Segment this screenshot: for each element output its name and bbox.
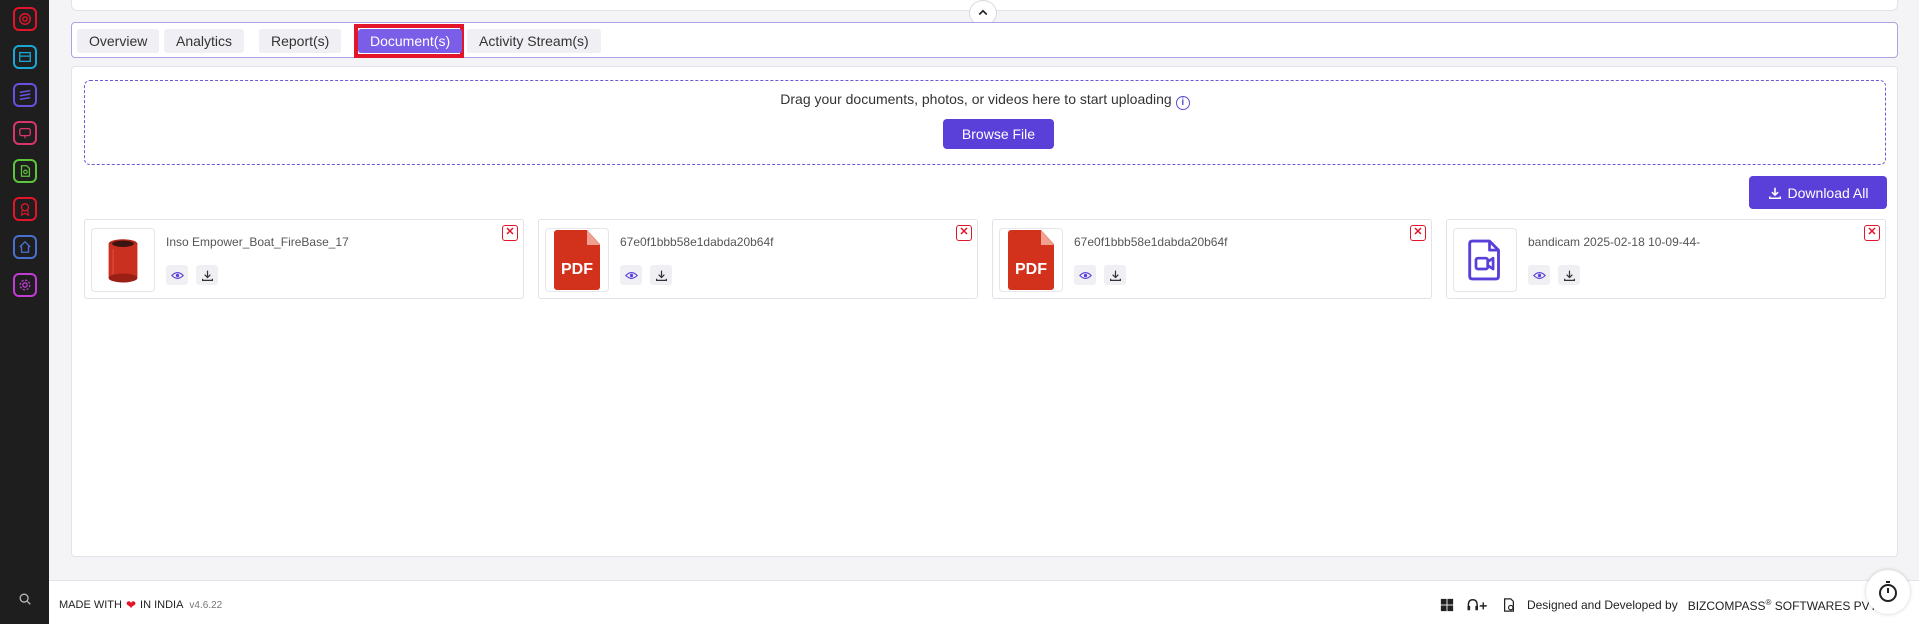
remove-file-button[interactable]: ✕ — [1410, 225, 1426, 241]
download-icon — [1563, 270, 1575, 281]
left-sidebar — [0, 0, 49, 624]
tab-overview[interactable]: Overview — [77, 29, 160, 53]
file-name: 67e0f1bbb58e1dabda20b64f — [620, 235, 774, 249]
layers-icon[interactable] — [13, 83, 37, 107]
stopwatch-icon — [1879, 581, 1897, 602]
pdf-thumbnail[interactable]: PDF — [999, 228, 1063, 292]
pdf-label: PDF — [561, 261, 593, 278]
in-india-text: IN INDIA — [140, 599, 184, 611]
chevron-up-icon — [978, 9, 988, 16]
video-file-icon — [1468, 239, 1500, 281]
company-name: BIZCOMPASS® SOFTWARES PVT. — [1688, 598, 1879, 613]
browse-file-button[interactable]: Browse File — [943, 119, 1054, 149]
download-button[interactable] — [196, 265, 218, 285]
timer-button[interactable] — [1866, 570, 1910, 614]
file-name: bandicam 2025-02-18 10-09-44- — [1528, 235, 1701, 249]
file-name: Inso Empower_Boat_FireBase_17 — [166, 235, 349, 249]
view-button[interactable] — [620, 265, 642, 285]
tab-activity-stream[interactable]: Activity Stream(s) — [467, 29, 601, 53]
pdf-thumbnail[interactable]: PDF — [545, 228, 609, 292]
support-add-icon[interactable] — [1465, 597, 1491, 613]
download-all-button[interactable]: Download All — [1749, 176, 1887, 209]
documents-panel: Drag your documents, photos, or videos h… — [71, 66, 1898, 557]
eye-icon — [170, 271, 184, 279]
eye-icon — [624, 271, 638, 279]
download-icon — [655, 270, 667, 281]
info-icon[interactable]: i — [1175, 96, 1190, 110]
tab-analytics[interactable]: Analytics — [164, 29, 245, 53]
view-button[interactable] — [166, 265, 188, 285]
file-name: 67e0f1bbb58e1dabda20b64f — [1074, 235, 1228, 249]
file-icon[interactable] — [13, 159, 37, 183]
target-icon[interactable] — [13, 7, 37, 31]
image-thumbnail[interactable] — [91, 228, 155, 292]
download-button[interactable] — [1104, 265, 1126, 285]
document-card: bandicam 2025-02-18 10-09-44- ✕ — [1446, 219, 1886, 299]
view-button[interactable] — [1074, 265, 1096, 285]
award-icon[interactable] — [13, 197, 37, 221]
download-icon — [201, 270, 213, 281]
company-suffix: SOFTWARES PVT. — [1774, 598, 1879, 613]
version-label: v4.6.22 — [189, 599, 223, 611]
home-icon[interactable] — [13, 235, 37, 259]
archive-icon[interactable] — [13, 45, 37, 69]
tab-reports[interactable]: Report(s) — [259, 29, 342, 53]
upload-prompt: Drag your documents, photos, or videos h… — [85, 91, 1885, 110]
pdf-icon: PDF — [1008, 230, 1054, 290]
document-settings-icon[interactable] — [1501, 597, 1517, 613]
main-content: Overview Analytics Report(s) Document(s)… — [49, 0, 1919, 580]
search-icon[interactable] — [13, 587, 37, 611]
remove-file-button[interactable]: ✕ — [1864, 225, 1880, 241]
eye-icon — [1078, 271, 1092, 279]
heart-icon: ❤ — [125, 598, 137, 612]
remove-file-button[interactable]: ✕ — [502, 225, 518, 241]
footer-right: Designed and Developed by BIZCOMPASS® SO… — [1439, 597, 1879, 613]
download-icon — [1109, 270, 1121, 281]
document-card: PDF 67e0f1bbb58e1dabda20b64f ✕ — [538, 219, 978, 299]
footer: MADE WITH ❤ IN INDIA v4.6.22 Designed an… — [49, 580, 1919, 624]
registered-mark: ® — [1765, 597, 1772, 607]
download-button[interactable] — [650, 265, 672, 285]
upload-prompt-text: Drag your documents, photos, or videos h… — [780, 91, 1172, 107]
tab-documents[interactable]: Document(s) — [358, 29, 463, 53]
settings-icon[interactable] — [13, 273, 37, 297]
view-button[interactable] — [1528, 265, 1550, 285]
made-with-text: MADE WITH — [59, 599, 122, 611]
pdf-label: PDF — [1015, 261, 1047, 278]
download-all-label: Download All — [1787, 184, 1869, 201]
video-thumbnail[interactable] — [1453, 228, 1517, 292]
eye-icon — [1532, 271, 1546, 279]
tab-bar: Overview Analytics Report(s) Document(s)… — [71, 22, 1898, 58]
remove-file-button[interactable]: ✕ — [956, 225, 972, 241]
company-brand: BIZCOMPASS — [1687, 598, 1766, 613]
designed-by-text: Designed and Developed by — [1526, 598, 1678, 612]
download-button[interactable] — [1558, 265, 1580, 285]
pdf-icon: PDF — [554, 230, 600, 290]
monitor-icon[interactable] — [13, 121, 37, 145]
upload-dropzone[interactable]: Drag your documents, photos, or videos h… — [84, 80, 1886, 165]
document-card: Inso Empower_Boat_FireBase_17 ✕ — [84, 219, 524, 299]
made-in-india: MADE WITH ❤ IN INDIA v4.6.22 — [59, 598, 222, 612]
speaker-image — [108, 239, 138, 283]
windows-icon[interactable] — [1439, 597, 1455, 613]
document-card: PDF 67e0f1bbb58e1dabda20b64f ✕ — [992, 219, 1432, 299]
download-icon — [1768, 187, 1781, 199]
